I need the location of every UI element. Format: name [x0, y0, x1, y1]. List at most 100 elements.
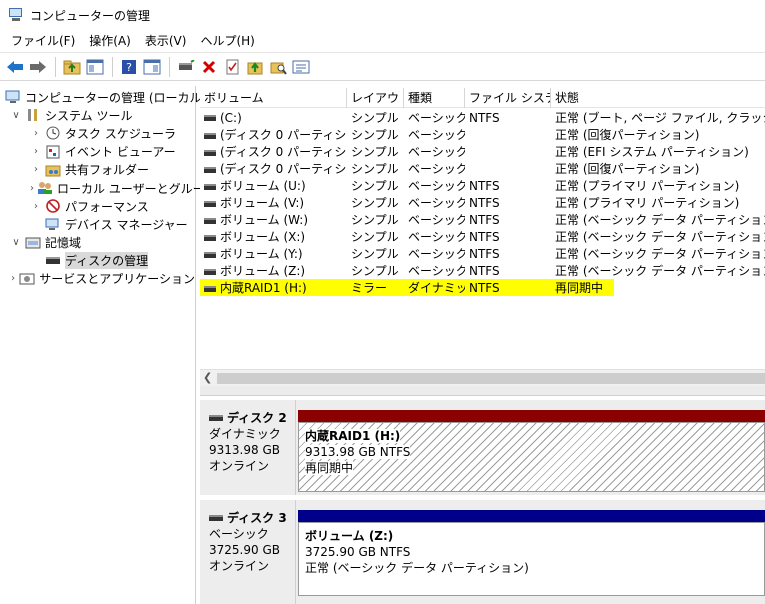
disk-info[interactable]: ディスク 2 ダイナミック 9313.98 GB オンライン	[200, 400, 296, 495]
help-button[interactable]: ?	[118, 56, 140, 78]
cell-status: 正常 (回復パーティション)	[551, 160, 765, 177]
column-header-volume[interactable]: ボリューム	[200, 88, 347, 108]
help-icon: ?	[122, 59, 136, 74]
cell-status: 正常 (プライマリ パーティション)	[551, 177, 765, 194]
volume-icon	[204, 166, 216, 173]
cell-fs: NTFS	[465, 179, 551, 193]
users-icon	[37, 181, 53, 195]
cell-type: ベーシック	[404, 160, 465, 177]
show-hide-tree-button[interactable]	[84, 56, 106, 78]
cell-text: NTFS	[469, 212, 500, 227]
table-row[interactable]: (ディスク 0 パーティション 5) シンプルベーシック 正常 (回復パーティション…	[200, 160, 765, 177]
search-button[interactable]	[267, 56, 289, 78]
table-row[interactable]: 内蔵RAID1 (H:) ミラー ダイナミック NTFS 再同期中	[200, 279, 614, 296]
menu-action[interactable]: 操作(A)	[82, 30, 138, 52]
disk-row[interactable]: ディスク 2 ダイナミック 9313.98 GB オンライン 内蔵RAID1 (…	[200, 400, 765, 495]
tree-item-device-manager[interactable]: デバイス マネージャー	[0, 215, 195, 233]
menu-help[interactable]: ヘルプ(H)	[193, 30, 261, 52]
chevron-right-icon[interactable]: ›	[30, 183, 34, 194]
show-action-pane-button[interactable]	[141, 56, 163, 78]
chevron-right-icon[interactable]: ›	[10, 273, 16, 284]
table-row[interactable]: (ディスク 0 パーティション 1) シンプルベーシック 正常 (回復パーティション…	[200, 126, 765, 143]
cell-status: 正常 (EFI システム パーティション)	[551, 143, 765, 160]
services-icon	[19, 272, 35, 286]
pane-splitter[interactable]	[200, 386, 765, 396]
cell-text: NTFS	[469, 246, 500, 261]
disk-graphical-view: ディスク 2 ダイナミック 9313.98 GB オンライン 内蔵RAID1 (…	[200, 396, 765, 604]
back-button[interactable]	[4, 56, 26, 78]
disk-info[interactable]: ディスク 3 ベーシック 3725.90 GB オンライン	[200, 500, 296, 604]
table-row[interactable]: (ディスク 0 パーティション 2) シンプルベーシック 正常 (EFI システム …	[200, 143, 765, 160]
partition-status: 正常 (ベーシック データ パーティション)	[305, 561, 529, 575]
chevron-right-icon[interactable]: ›	[30, 164, 42, 175]
tree-item-performance[interactable]: › パフォーマンス	[0, 197, 195, 215]
chevron-right-icon[interactable]: ›	[30, 146, 42, 157]
tree-item-event-viewer[interactable]: › イベント ビューアー	[0, 143, 195, 161]
cell-volume: (C:)	[200, 111, 347, 125]
cell-text: 正常 (EFI システム パーティション)	[555, 145, 749, 159]
table-row[interactable]: ボリューム (Y:) シンプル ベーシック NTFS 正常 (ベーシック データ パーテ…	[200, 245, 765, 262]
volume-icon	[204, 268, 216, 275]
volume-icon	[204, 183, 216, 190]
tree-item-services-apps[interactable]: › サービスとアプリケーション	[0, 270, 195, 288]
tree-item-storage[interactable]: ∨ 記憶域	[0, 234, 195, 252]
cell-volume: 内蔵RAID1 (H:)	[200, 279, 347, 296]
partition-block[interactable]: 内蔵RAID1 (H:) 9313.98 GB NTFS 再同期中	[298, 410, 765, 492]
column-header-layout[interactable]: レイアウト	[347, 88, 404, 108]
disk-row[interactable]: ディスク 3 ベーシック 3725.90 GB オンライン ボリューム (Z:)…	[200, 500, 765, 604]
partition-block[interactable]: ボリューム (Z:) 3725.90 GB NTFS 正常 (ベーシック データ…	[298, 510, 765, 596]
table-row[interactable]: ボリューム (W:) シンプル ベーシック NTFS 正常 (ベーシック データ パーテ…	[200, 211, 765, 228]
cell-text: ボリューム (X:)	[220, 230, 306, 244]
tree-item-system-tools[interactable]: ∨ システム ツール	[0, 106, 195, 124]
column-header-status[interactable]: 状態	[551, 88, 765, 108]
connect-drive-button[interactable]	[175, 56, 197, 78]
tree-item-disk-management[interactable]: ディスクの管理	[0, 252, 195, 270]
properties-button[interactable]	[221, 56, 243, 78]
navigation-tree: コンピューターの管理 (ローカル) ∨ システム ツール › タスク スケジュー…	[0, 86, 216, 604]
scrollbar-thumb[interactable]	[217, 373, 765, 384]
chevron-down-icon[interactable]: ∨	[10, 237, 22, 248]
table-row[interactable]: ボリューム (V:) シンプル ベーシック NTFS 正常 (プライマリ パーティション…	[200, 194, 765, 211]
tools-icon	[25, 108, 41, 122]
export-list-button[interactable]	[244, 56, 266, 78]
forward-button[interactable]	[27, 56, 49, 78]
column-header-type[interactable]: 種類	[404, 88, 465, 108]
device-manager-icon	[45, 217, 61, 231]
column-header-filesystem[interactable]: ファイル システム	[465, 88, 551, 108]
cell-text: ベーシック	[408, 213, 465, 227]
table-row[interactable]: ボリューム (X:) シンプル ベーシック NTFS 正常 (ベーシック データ パーテ…	[200, 228, 765, 245]
cell-layout: シンプル	[347, 211, 404, 228]
table-row[interactable]: ボリューム (Z:) シンプル ベーシック NTFS 正常 (ベーシック データ パーテ…	[200, 262, 765, 279]
menu-view[interactable]: 表示(V)	[138, 30, 194, 52]
tree-item-shared-folders[interactable]: › 共有フォルダー	[0, 161, 195, 179]
chevron-down-icon[interactable]: ∨	[10, 110, 22, 121]
tree-item-local-users[interactable]: › ローカル ユーザーとグループ	[0, 179, 216, 197]
list-window-icon	[292, 60, 310, 73]
table-row[interactable]: (C:) シンプルベーシック NTFS 正常 (ブート, ページ ファイル, クラッシ…	[200, 109, 765, 126]
table-row[interactable]: ボリューム (U:) シンプル ベーシック NTFS 正常 (プライマリ パーティション…	[200, 177, 765, 194]
cell-status: 正常 (ベーシック データ パーティション)	[551, 211, 765, 228]
toolbar: ?	[0, 52, 765, 81]
horizontal-scrollbar[interactable]: ❮	[200, 369, 765, 386]
disk-icon	[209, 415, 223, 421]
menu-file[interactable]: ファイル(F)	[4, 30, 82, 52]
chevron-right-icon[interactable]: ›	[30, 201, 42, 212]
storage-icon	[25, 236, 41, 250]
delete-button[interactable]	[198, 56, 220, 78]
up-level-button[interactable]	[61, 56, 83, 78]
delete-x-icon	[202, 60, 216, 73]
scroll-left-icon[interactable]: ❮	[203, 370, 212, 386]
tree-item-root[interactable]: コンピューターの管理 (ローカル)	[0, 88, 206, 106]
cell-text: NTFS	[469, 280, 500, 295]
settings-list-button[interactable]	[290, 56, 312, 78]
disk-management-icon	[45, 254, 61, 268]
tree-item-task-scheduler[interactable]: › タスク スケジューラ	[0, 124, 195, 142]
chevron-right-icon[interactable]: ›	[30, 128, 42, 139]
disk-state: オンライン	[209, 459, 270, 473]
cell-text: (ディスク 0 パーティション 2)	[220, 145, 347, 159]
toolbar-separator	[55, 56, 56, 77]
partition-body[interactable]: 内蔵RAID1 (H:) 9313.98 GB NTFS 再同期中	[298, 422, 765, 492]
cell-status: 正常 (ブート, ページ ファイル, クラッシュ ダンプ	[551, 109, 765, 126]
partition-body[interactable]: ボリューム (Z:) 3725.90 GB NTFS 正常 (ベーシック データ…	[298, 522, 765, 596]
cell-text: NTFS	[469, 195, 500, 210]
